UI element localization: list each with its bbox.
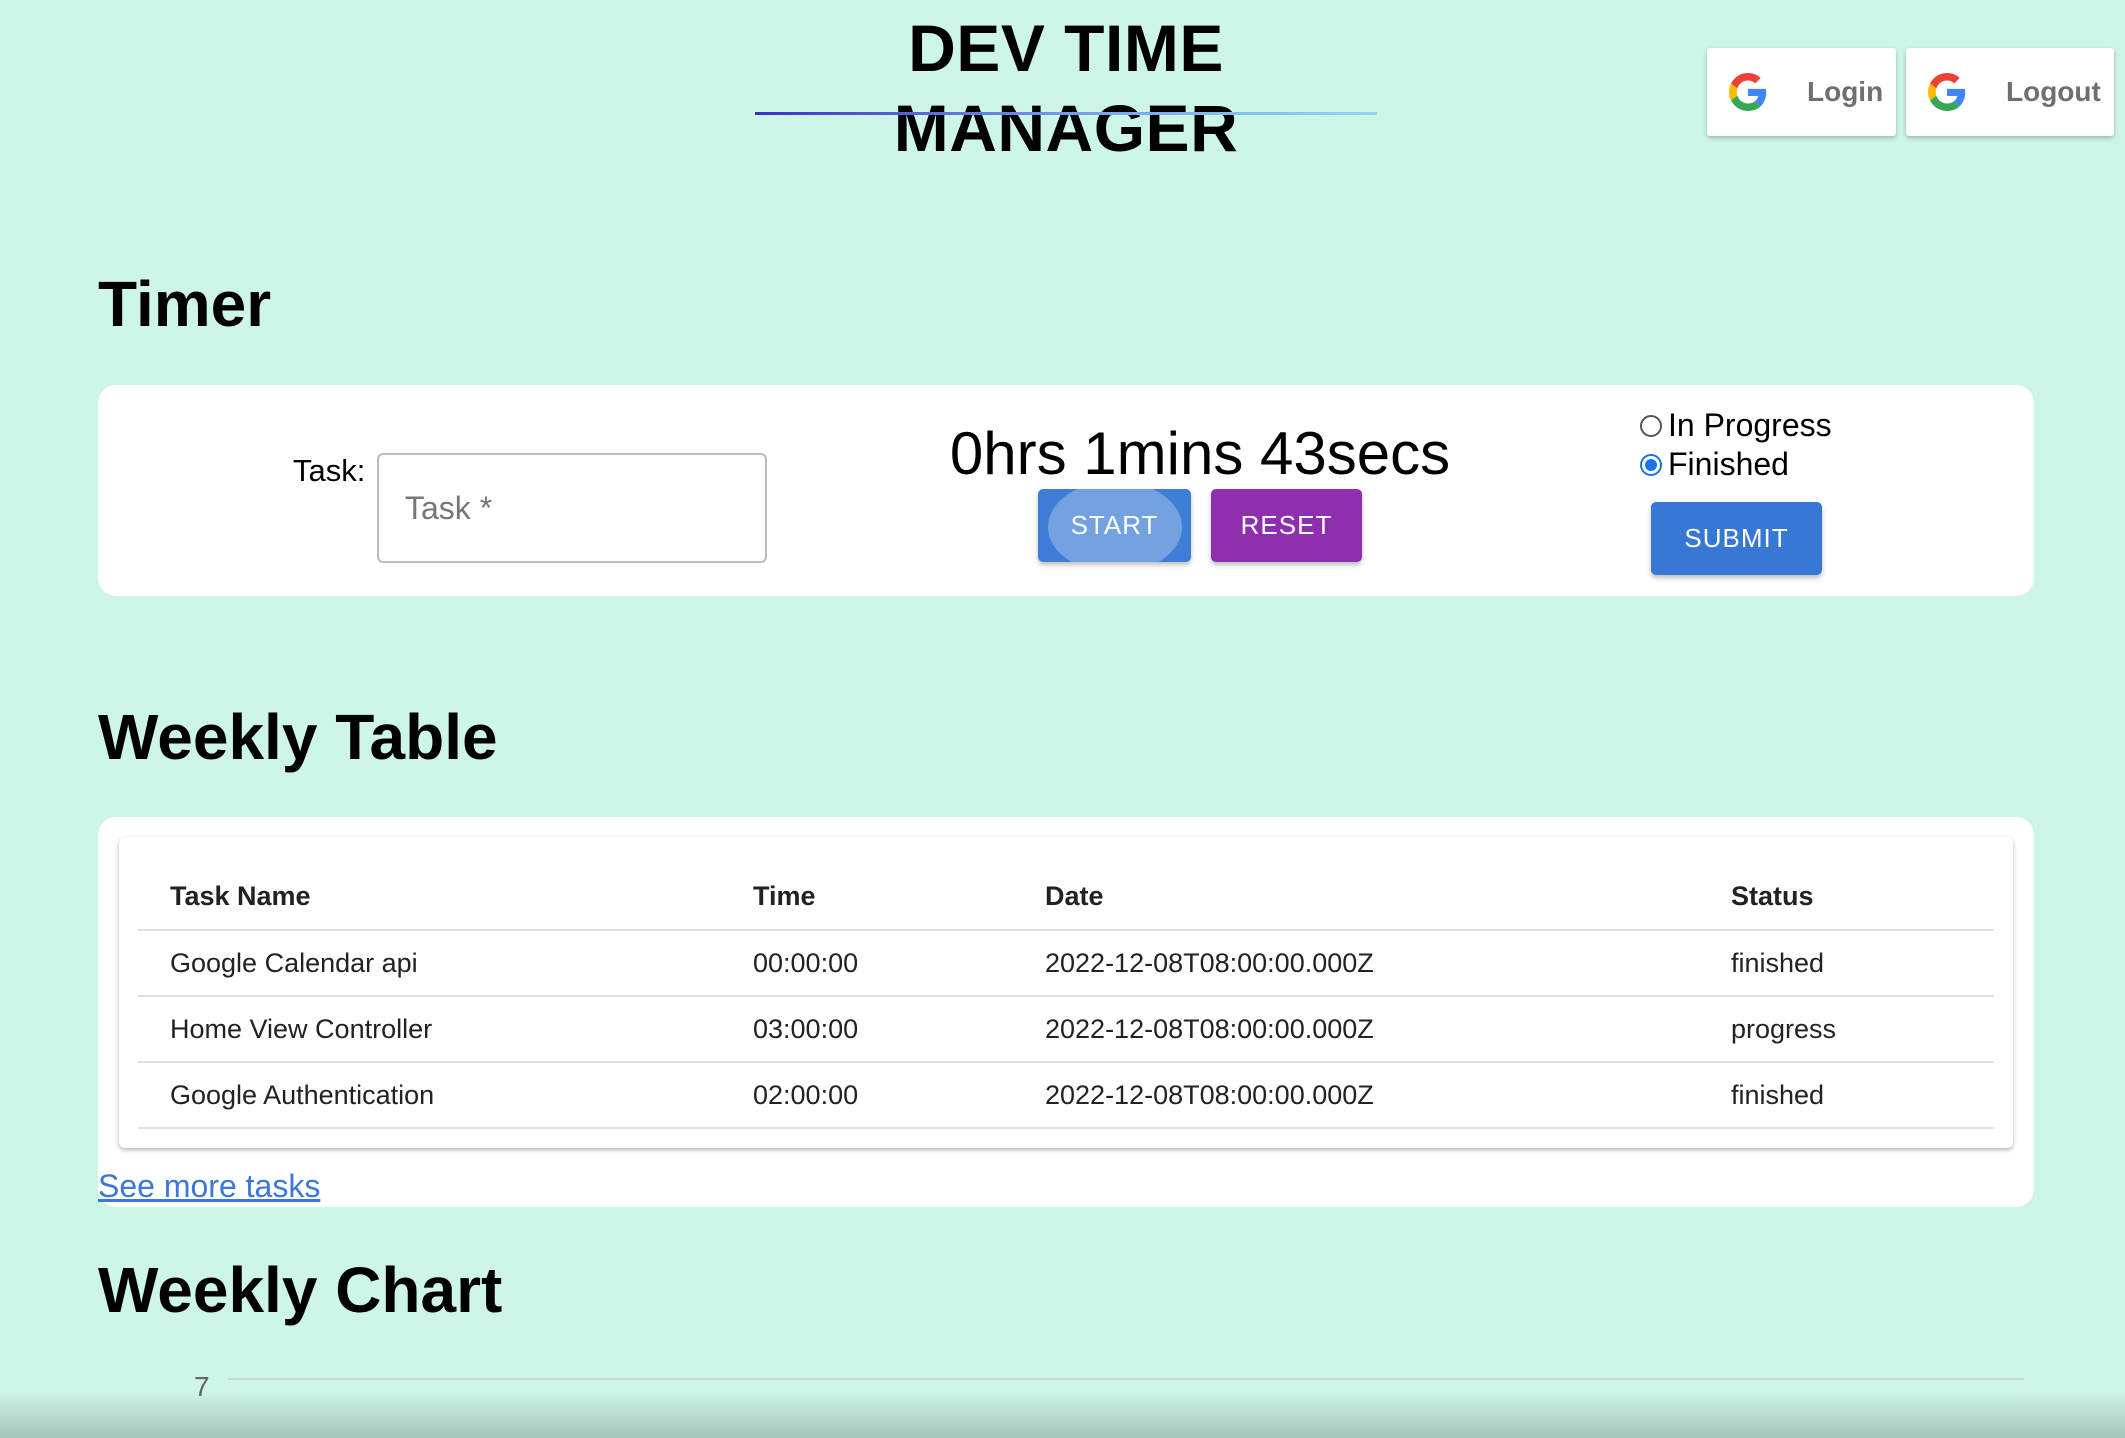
logout-button[interactable]: Logout (1906, 48, 2114, 136)
login-button[interactable]: Login (1707, 48, 1896, 136)
table-row: Home View Controller 03:00:00 2022-12-08… (138, 996, 1994, 1063)
reset-button[interactable]: RESET (1211, 489, 1362, 562)
cell-status: finished (1699, 930, 1994, 997)
status-option-in-progress[interactable]: In Progress (1640, 407, 1832, 444)
google-g-icon (1928, 73, 1966, 111)
radio-label-in-progress: In Progress (1668, 407, 1832, 443)
radio-label-finished: Finished (1668, 446, 1789, 482)
column-header-status: Status (1699, 864, 1994, 931)
start-button-label: START (1070, 510, 1159, 540)
cell-time: 02:00:00 (721, 1062, 1013, 1129)
status-option-finished[interactable]: Finished (1640, 446, 1789, 483)
table-row: Google Authentication 02:00:00 2022-12-0… (138, 1062, 1994, 1129)
submit-button[interactable]: SUBMIT (1651, 502, 1822, 575)
cell-date: 2022-12-08T08:00:00.000Z (1013, 930, 1699, 997)
cell-status: finished (1699, 1062, 1994, 1129)
cell-task-name: Google Authentication (138, 1062, 721, 1129)
column-header-task-name: Task Name (138, 864, 721, 931)
login-label: Login (1807, 76, 1884, 107)
cell-time: 00:00:00 (721, 930, 1013, 997)
weekly-table: Task Name Time Date Status Google Calend… (138, 864, 1994, 1129)
column-header-date: Date (1013, 864, 1699, 931)
see-more-tasks-link[interactable]: See more tasks (98, 1168, 320, 1205)
google-g-icon (1729, 73, 1767, 111)
radio-finished[interactable] (1640, 453, 1662, 476)
table-row: Google Calendar api 00:00:00 2022-12-08T… (138, 930, 1994, 997)
task-input[interactable] (377, 453, 767, 563)
table-header-row: Task Name Time Date Status (138, 864, 1994, 931)
cell-task-name: Home View Controller (138, 996, 721, 1063)
cell-task-name: Google Calendar api (138, 930, 721, 997)
timer-heading: Timer (98, 268, 272, 340)
weekly-table-heading: Weekly Table (98, 701, 498, 773)
task-label: Task: (293, 453, 366, 488)
cell-status: progress (1699, 996, 1994, 1063)
cell-date: 2022-12-08T08:00:00.000Z (1013, 1062, 1699, 1129)
chart-gridline (228, 1378, 2024, 1380)
window-edge-shadow (0, 1392, 2125, 1438)
logout-label: Logout (2006, 76, 2101, 107)
radio-in-progress[interactable] (1640, 414, 1662, 437)
cell-date: 2022-12-08T08:00:00.000Z (1013, 996, 1699, 1063)
weekly-chart-heading: Weekly Chart (98, 1254, 503, 1326)
column-header-time: Time (721, 864, 1013, 931)
timer-display: 0hrs 1mins 43secs (949, 420, 1451, 487)
app-title: DEV TIME MANAGER (893, 11, 1239, 165)
cell-time: 03:00:00 (721, 996, 1013, 1063)
title-underline (755, 112, 1377, 115)
start-button[interactable]: START (1038, 489, 1191, 562)
